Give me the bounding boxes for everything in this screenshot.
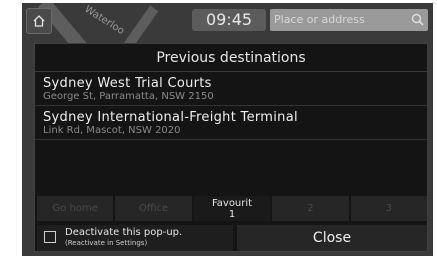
destination-name: Sydney International-Freight Terminal <box>43 110 298 125</box>
go-home-label: Go home <box>52 203 98 214</box>
office-button[interactable]: Office <box>115 196 192 221</box>
go-home-button[interactable]: Go home <box>37 196 114 221</box>
favourite-label: Favourit <box>211 198 253 209</box>
home-button[interactable] <box>26 8 52 34</box>
home-icon <box>33 15 45 27</box>
destination-address: Link Rd, Mascot, NSW 2020 <box>43 125 181 136</box>
destination-name: Sydney West Trial Courts <box>43 76 212 91</box>
destination-address: George St, Parramatta, NSW 2150 <box>43 91 214 102</box>
favourite-2-label: 2 <box>307 203 314 214</box>
deactivate-sub-label: (Reactivate in Settings) <box>65 239 148 247</box>
search-placeholder: Place or address <box>274 13 365 26</box>
dialog-title: Previous destinations <box>35 44 427 72</box>
search-icon <box>411 13 424 26</box>
checkbox-icon[interactable] <box>44 231 56 243</box>
favourite-number: 1 <box>228 209 236 220</box>
favourite-3-button[interactable]: 3 <box>350 196 428 221</box>
favourite-3-label: 3 <box>385 203 393 214</box>
favourites-row: Go home Office Favourit 1 2 3 <box>37 196 428 221</box>
top-bar: 09:45 Place or address <box>22 3 433 37</box>
deactivate-label: Deactivate this pop-up. <box>65 227 183 238</box>
search-input[interactable]: Place or address <box>270 9 428 31</box>
dialog-actions: Deactivate this pop-up. (Reactivate in S… <box>37 225 427 251</box>
navigation-screen: Waterloo 09:45 Place or address Previous… <box>22 3 433 256</box>
deactivate-popup-toggle[interactable]: Deactivate this pop-up. (Reactivate in S… <box>37 225 233 251</box>
destination-item[interactable]: Sydney West Trial Courts George St, Parr… <box>35 72 427 106</box>
clock: 09:45 <box>192 9 266 31</box>
close-button[interactable]: Close <box>237 225 427 251</box>
office-label: Office <box>139 203 169 214</box>
favourite-1-button[interactable]: Favourit 1 <box>193 196 271 221</box>
destination-item[interactable]: Sydney International-Freight Terminal Li… <box>35 106 427 140</box>
previous-destinations-dialog: Previous destinations Sydney West Trial … <box>34 43 428 252</box>
destination-list: Sydney West Trial Courts George St, Parr… <box>35 72 427 140</box>
favourite-2-button[interactable]: 2 <box>272 196 349 221</box>
